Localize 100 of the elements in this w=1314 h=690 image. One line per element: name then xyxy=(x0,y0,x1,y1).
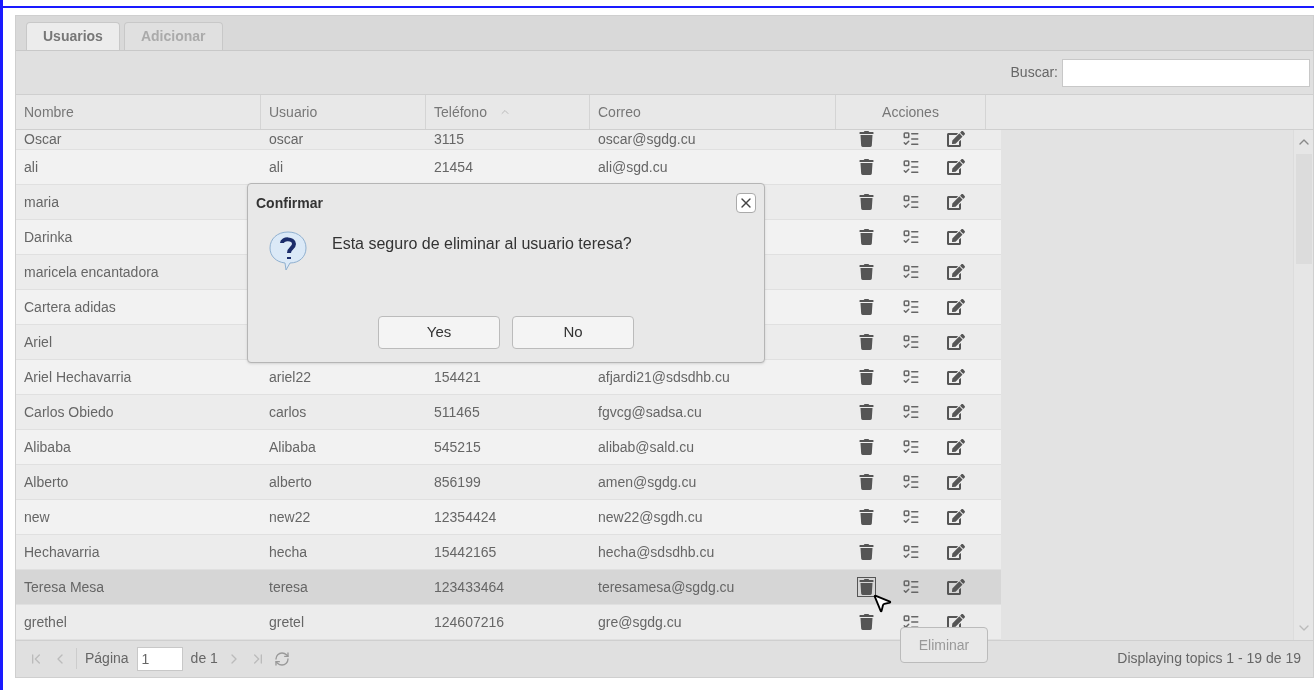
edit-icon xyxy=(946,157,965,176)
edit-icon xyxy=(946,507,965,526)
edit-icon xyxy=(946,297,965,316)
table-row[interactable]: ali ali 21454 ali@sgd.cu xyxy=(16,149,1001,185)
column-header[interactable]: Correo xyxy=(590,95,836,129)
edit-button[interactable] xyxy=(946,472,965,491)
table-cell: 21454 xyxy=(434,158,473,175)
column-header[interactable]: Teléfono xyxy=(426,95,590,129)
edit-icon xyxy=(946,262,965,281)
table-row[interactable]: Teresa Mesa teresa 123433464 teresamesa@sgdg.cu xyxy=(16,569,1001,605)
trash-icon xyxy=(858,131,874,148)
table-row[interactable]: Hechavarria hecha 15442165 hecha@sdsdhb.cu xyxy=(16,534,1001,570)
details-button[interactable] xyxy=(901,227,920,246)
table-cell: new xyxy=(24,508,50,525)
edit-button[interactable] xyxy=(946,542,965,561)
table-cell: Alibaba xyxy=(269,438,316,455)
edit-button[interactable] xyxy=(946,192,965,211)
delete-button[interactable] xyxy=(857,130,875,149)
delete-button[interactable] xyxy=(857,612,875,631)
details-button[interactable] xyxy=(901,472,920,491)
table-row[interactable]: Alibaba Alibaba 545215 alibab@sald.cu xyxy=(16,429,1001,465)
delete-button[interactable] xyxy=(857,332,875,351)
dialog-button[interactable]: No xyxy=(512,316,634,349)
table-row[interactable]: new new22 12354424 new22@sgdh.cu xyxy=(16,499,1001,535)
delete-button[interactable] xyxy=(857,297,875,316)
details-button[interactable] xyxy=(901,402,920,421)
table-cell: grethel xyxy=(24,613,67,630)
table-cell: alberto xyxy=(269,473,312,490)
table-cell: Ariel Hechavarria xyxy=(24,368,132,385)
delete-button[interactable] xyxy=(857,192,875,211)
list-icon xyxy=(901,227,920,246)
dialog-title: Confirmar xyxy=(256,193,323,213)
close-button[interactable] xyxy=(736,193,756,213)
trash-icon xyxy=(858,438,874,455)
table-cell: ali xyxy=(269,158,283,175)
edit-icon xyxy=(946,367,965,386)
delete-button[interactable] xyxy=(857,542,875,561)
list-icon xyxy=(901,192,920,211)
details-button[interactable] xyxy=(902,577,921,596)
table-cell: Oscar xyxy=(24,131,62,148)
trash-icon xyxy=(858,193,874,210)
table-row[interactable]: Oscar oscar 3115 oscar@sgdg.cu xyxy=(16,129,1001,150)
table-cell: fgvcg@sadsa.cu xyxy=(598,403,702,420)
table-cell: Teresa Mesa xyxy=(24,578,105,595)
table-cell: 511465 xyxy=(434,403,480,420)
trash-icon xyxy=(859,578,875,595)
details-button[interactable] xyxy=(901,542,920,561)
edit-button[interactable] xyxy=(946,262,965,281)
trash-icon xyxy=(858,228,874,245)
delete-button[interactable] xyxy=(857,437,875,456)
dialog-button[interactable]: Yes xyxy=(378,316,500,349)
table-cell: Alberto xyxy=(24,473,69,490)
table-cell: ariel22 xyxy=(269,368,312,385)
delete-button[interactable] xyxy=(857,227,875,246)
edit-button[interactable] xyxy=(946,507,965,526)
details-button[interactable] xyxy=(901,157,920,176)
details-button[interactable] xyxy=(901,507,920,526)
edit-button[interactable] xyxy=(946,332,965,351)
tab[interactable]: Usuarios xyxy=(26,22,120,51)
column-header[interactable]: Usuario xyxy=(261,95,426,129)
edit-button[interactable] xyxy=(946,402,965,421)
trash-icon xyxy=(858,403,874,420)
details-button[interactable] xyxy=(901,297,920,316)
edit-button[interactable] xyxy=(946,367,965,386)
table-cell: Cartera adidas xyxy=(24,298,116,315)
edit-button[interactable] xyxy=(946,437,965,456)
details-button[interactable] xyxy=(901,367,920,386)
delete-button[interactable] xyxy=(857,472,875,491)
list-icon xyxy=(901,297,920,316)
delete-button[interactable] xyxy=(857,262,875,281)
edit-button[interactable] xyxy=(946,297,965,316)
edit-button[interactable] xyxy=(946,130,965,149)
details-button[interactable] xyxy=(901,437,920,456)
scrollbar[interactable] xyxy=(1293,129,1313,640)
column-header[interactable]: Acciones xyxy=(836,95,986,129)
delete-button[interactable] xyxy=(857,157,875,176)
table-cell: 15442165 xyxy=(434,543,497,560)
table-row[interactable]: Alberto alberto 856199 amen@sgdg.cu xyxy=(16,464,1001,500)
delete-button[interactable] xyxy=(857,507,875,526)
page-label: Página xyxy=(76,648,129,670)
delete-button[interactable] xyxy=(857,576,877,597)
trash-icon xyxy=(858,473,874,490)
list-icon xyxy=(901,367,920,386)
edit-button[interactable] xyxy=(946,577,965,596)
table-row[interactable]: Ariel Hechavarria ariel22 154421 afjardi21@sdsdhb.cu xyxy=(16,359,1001,395)
details-button[interactable] xyxy=(901,192,920,211)
delete-button[interactable] xyxy=(857,402,875,421)
table-row[interactable]: grethel gretel 124607216 gre@sgdg.cu xyxy=(16,604,1001,640)
edit-button[interactable] xyxy=(946,157,965,176)
table-cell: maria xyxy=(24,193,59,210)
details-button[interactable] xyxy=(901,332,920,351)
list-icon xyxy=(901,542,920,561)
details-button[interactable] xyxy=(901,262,920,281)
delete-button[interactable] xyxy=(857,367,875,386)
table-cell: afjardi21@sdsdhb.cu xyxy=(598,368,730,385)
search-field[interactable] xyxy=(1062,58,1310,87)
page-field[interactable]: 1 xyxy=(136,646,183,671)
column-header[interactable]: Nombre xyxy=(16,95,261,129)
table-row[interactable]: Carlos Obiedo carlos 511465 fgvcg@sadsa.cu xyxy=(16,394,1001,430)
edit-button[interactable] xyxy=(946,227,965,246)
